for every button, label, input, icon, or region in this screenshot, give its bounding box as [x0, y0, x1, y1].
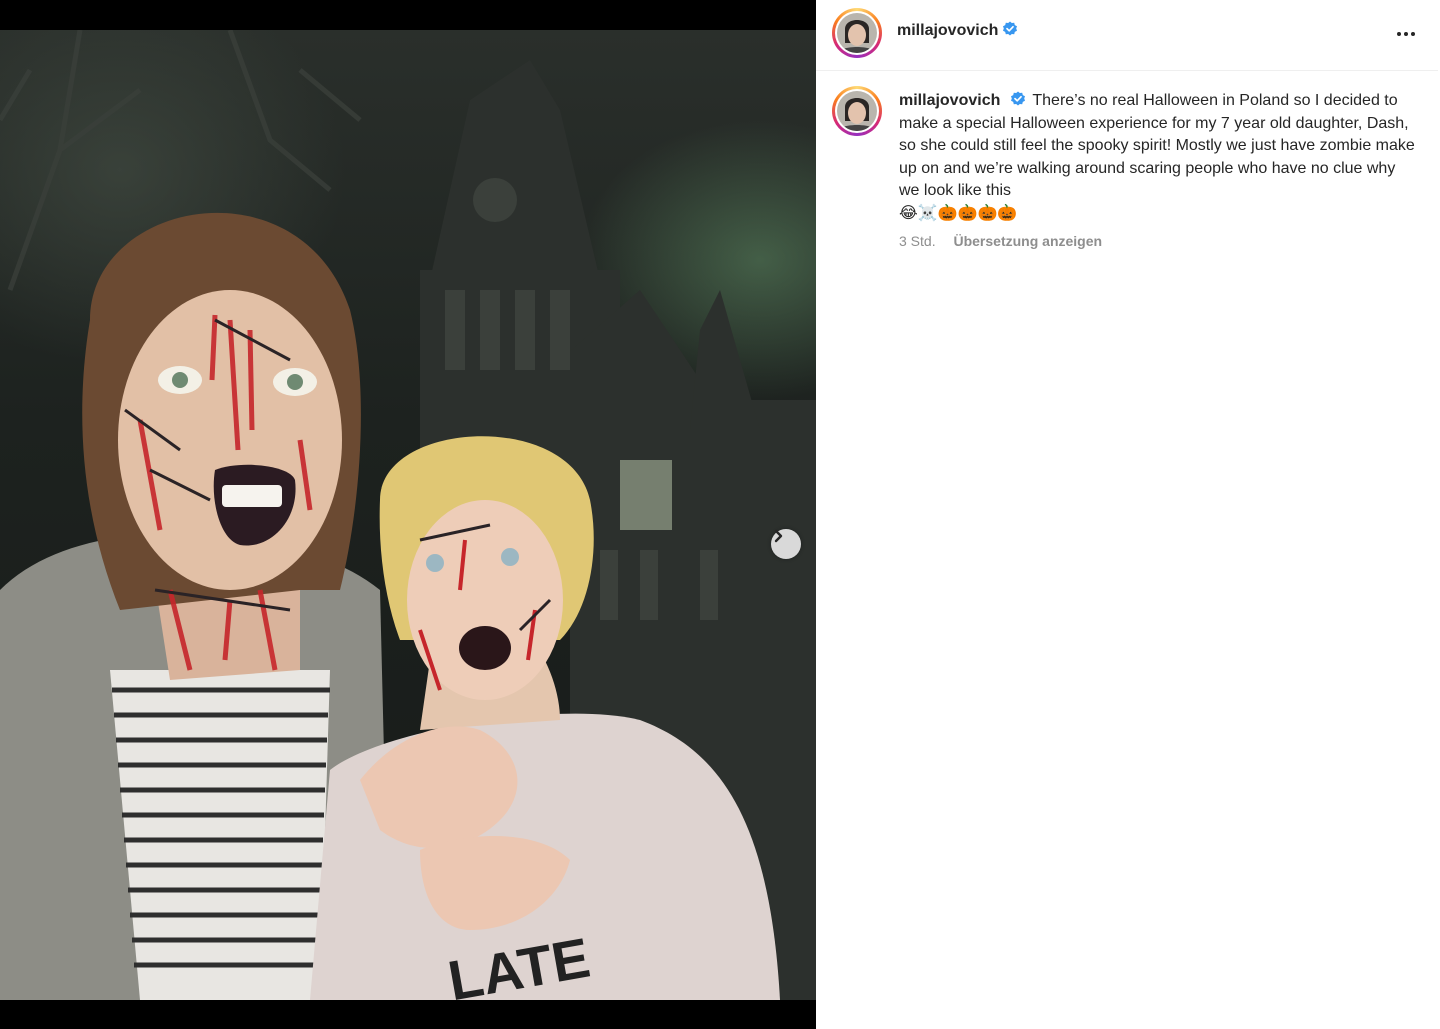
- carousel-next-button[interactable]: [771, 529, 801, 559]
- more-options-button[interactable]: [1394, 22, 1418, 46]
- caption: millajovovich There’s no real Halloween …: [899, 90, 1419, 226]
- show-translation-link[interactable]: Übersetzung anzeigen: [953, 233, 1102, 249]
- post-media: LATE: [0, 0, 816, 1029]
- avatar-image: [837, 91, 877, 131]
- header-username[interactable]: millajovovich: [897, 22, 998, 39]
- caption-username[interactable]: millajovovich: [899, 92, 1000, 109]
- photo-illustration: LATE: [0, 30, 816, 1000]
- avatar[interactable]: [832, 8, 882, 58]
- more-dots-icon: [1397, 32, 1415, 36]
- verified-badge-icon: [1003, 21, 1018, 36]
- post-timestamp[interactable]: 3 Std.: [899, 233, 936, 249]
- post-sidebar: millajovovich millajovovich There’s no r…: [816, 0, 1440, 1029]
- verified-badge-icon: [1011, 91, 1026, 106]
- post-header: millajovovich: [816, 0, 1438, 71]
- post-meta: 3 Std. Übersetzung anzeigen: [899, 233, 1102, 249]
- caption-avatar[interactable]: [832, 86, 882, 136]
- caption-emojis: 😂☠️🎃🎃🎃🎃: [899, 204, 1018, 222]
- chevron-right-icon: [774, 529, 783, 543]
- avatar-image: [837, 13, 877, 53]
- post-photo[interactable]: LATE: [0, 30, 816, 1000]
